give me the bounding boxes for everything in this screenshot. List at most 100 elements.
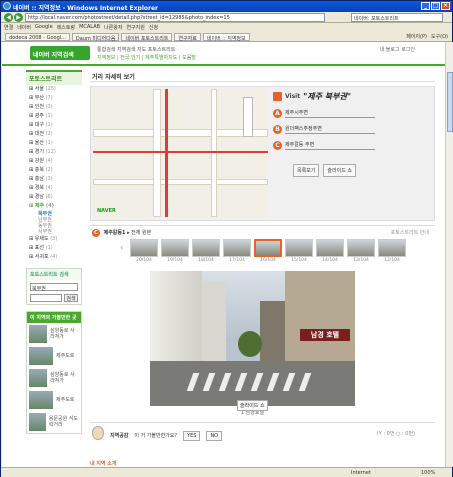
popular-label[interactable]: 삼양동로 사라져가 — [50, 328, 79, 340]
close-button[interactable]: × — [441, 2, 450, 10]
sidebar-region[interactable]: ⊞ 제주 (4) — [26, 202, 82, 211]
poi-name[interactable]: 제주시주변 — [285, 109, 375, 118]
map-zoom-control[interactable] — [243, 97, 253, 137]
popular-thumbnail[interactable] — [29, 391, 53, 409]
strip-thumbnail[interactable] — [316, 239, 344, 257]
no-button[interactable]: NO — [206, 430, 223, 441]
region-name[interactable]: 서울 — [35, 86, 44, 92]
strip-thumbnail[interactable] — [161, 239, 189, 257]
zoom-level[interactable]: 100% — [421, 470, 435, 476]
sidebar-region[interactable]: ⊞ 강원 (4) — [26, 157, 82, 166]
sidebar-region[interactable]: ⊞ 부산 (7) — [26, 94, 82, 103]
region-name[interactable]: 강원 — [35, 158, 44, 164]
sidebar-region[interactable]: ⊞ 표선 (1) — [26, 244, 82, 253]
back-button[interactable]: ◀ — [4, 13, 13, 22]
popular-item[interactable]: 제주도로 — [27, 345, 81, 367]
url-input[interactable]: http://local.naver.com/photostreet/detai… — [25, 13, 325, 22]
poi-item[interactable]: A 제주시주변 — [273, 109, 433, 118]
strip-item[interactable]: 13/104 — [347, 239, 375, 263]
strip-item[interactable]: 18/104 — [192, 239, 220, 263]
popular-item[interactable]: 삼양동로 사라져가 — [27, 367, 81, 389]
popular-item[interactable]: 삼양동로 사라져가 — [27, 323, 81, 345]
region-name[interactable]: 경남 — [35, 194, 44, 200]
region-name[interactable]: 충남 — [35, 176, 44, 182]
naver-logo[interactable]: 네이버 지역검색 — [30, 46, 90, 60]
region-name[interactable]: 경기 — [35, 149, 44, 155]
poi-item[interactable]: C 제주칼등 주변 — [273, 141, 433, 150]
sidebar-region[interactable]: ⊞ 경남 (6) — [26, 193, 82, 202]
poi-name[interactable]: 제주칼등 주변 — [285, 141, 375, 150]
sidebar-region[interactable]: ⊞ 경북 (4) — [26, 184, 82, 193]
tab[interactable]: Daum 미디어다음 — [71, 33, 120, 41]
poi-action-button[interactable]: 슬라이드 쇼 — [323, 164, 356, 177]
minimize-button[interactable]: _ — [421, 2, 430, 10]
sidebar-region[interactable]: ⊞ 유제도 (3) — [26, 235, 82, 244]
region-name[interactable]: 서귀포 — [35, 254, 49, 260]
tab[interactable]: 네이버 포토스트리트 — [121, 33, 173, 41]
sidebar-region[interactable]: ⊞ 충북 (2) — [26, 166, 82, 175]
strip-thumbnail[interactable] — [130, 239, 158, 257]
region-search-input[interactable] — [30, 294, 62, 302]
global-nav[interactable]: 통합검색 지역검색 지도 포토스트리트 — [97, 46, 175, 53]
popular-label[interactable]: 삼양동로 사라져가 — [50, 372, 79, 384]
photo-slideshow-button[interactable]: 슬라이드 쇼 — [237, 400, 268, 411]
region-name[interactable]: 충북 — [35, 167, 44, 173]
strip-item[interactable]: 20/104 — [130, 239, 158, 263]
strip-thumbnail[interactable] — [192, 239, 220, 257]
command-menu[interactable]: 페이지(P) — [406, 33, 427, 40]
region-name[interactable]: 경북 — [35, 185, 44, 191]
search-input[interactable]: 네이버: 포토스트리트 — [351, 13, 443, 22]
strip-next-arrow-icon[interactable]: › — [402, 243, 408, 257]
sub-nav[interactable]: 지역정보 | 전국 인기 | 제주특별자치도 | 도움말 — [97, 54, 196, 61]
sidebar-region[interactable]: ⊞ 서귀포 (4) — [26, 253, 82, 262]
forward-button[interactable]: ▶ — [14, 13, 23, 22]
sidebar-region[interactable]: ⊞ 경기 (12) — [26, 148, 82, 157]
favorite-link[interactable]: Google — [35, 24, 53, 31]
maximize-button[interactable]: □ — [431, 2, 440, 10]
sidebar-region[interactable]: ⊞ 충남 (3) — [26, 175, 82, 184]
region-search-button[interactable]: 검색 — [64, 294, 78, 302]
popular-label[interactable]: 제주도로 — [56, 397, 74, 403]
sidebar-region[interactable]: ⊞ 서울 (25) — [26, 85, 82, 94]
region-select[interactable]: 북부권 — [30, 283, 78, 292]
favorite-link[interactable]: 나른왕자 — [104, 24, 122, 31]
sidebar-region[interactable]: ⊞ 광주 (1) — [26, 112, 82, 121]
favorite-link[interactable]: 연구지원 — [126, 24, 144, 31]
popular-thumbnail[interactable] — [29, 369, 48, 387]
strip-sort[interactable]: ▸ 전체 원본 — [127, 230, 151, 236]
strip-thumbnail[interactable] — [254, 239, 282, 257]
strip-thumbnail[interactable] — [285, 239, 313, 257]
tab[interactable]: dodeca 2008 - Googl... — [5, 33, 70, 41]
poi-name[interactable]: 원더팩스주정주변 — [285, 125, 375, 134]
strip-prev-arrow-icon[interactable]: ‹ — [120, 243, 126, 257]
tab[interactable]: 연구자료 — [174, 33, 201, 41]
popular-item[interactable]: 제주도로 — [27, 389, 81, 411]
region-name[interactable]: 울산 — [35, 140, 44, 146]
strip-item[interactable]: 14/104 — [316, 239, 344, 263]
yes-button[interactable]: YES — [183, 430, 201, 441]
popular-thumbnail[interactable] — [29, 347, 53, 365]
region-name[interactable]: 제주 — [35, 203, 44, 209]
strip-item[interactable]: 19/104 — [161, 239, 189, 263]
strip-item[interactable]: 16/104 — [254, 239, 282, 263]
popular-thumbnail[interactable] — [29, 413, 46, 431]
popular-item[interactable]: 용문공원 식도락거리 — [27, 411, 81, 433]
sidebar-region[interactable]: ⊞ 인천 (3) — [26, 103, 82, 112]
favorite-link[interactable]: 레스토랑 — [57, 24, 75, 31]
region-name[interactable]: 부산 — [35, 95, 44, 101]
street-photo[interactable]: 남경 호텔 — [150, 271, 355, 406]
tab[interactable]: 네이버 :: 지역정보 — [202, 33, 250, 41]
strip-item[interactable]: 17/104 — [223, 239, 251, 263]
region-name[interactable]: 인천 — [35, 104, 44, 110]
strip-help[interactable]: 포토스트리트 안내 — [391, 229, 429, 236]
top-links[interactable]: 내 블로그 로그인 — [380, 46, 415, 53]
region-name[interactable]: 대전 — [35, 131, 44, 137]
favorite-link[interactable]: MCALAB — [79, 24, 100, 31]
poi-item[interactable]: B 원더팩스주정주변 — [273, 125, 433, 134]
map[interactable]: NAVER — [93, 89, 268, 217]
favorite-link[interactable]: 연결 — [4, 24, 13, 31]
region-name[interactable]: 표선 — [35, 245, 44, 251]
command-menu[interactable]: 도구(O) — [431, 33, 448, 40]
poi-action-button[interactable]: 목록보기 — [293, 164, 320, 177]
sidebar-region[interactable]: ⊞ 울산 (1) — [26, 139, 82, 148]
